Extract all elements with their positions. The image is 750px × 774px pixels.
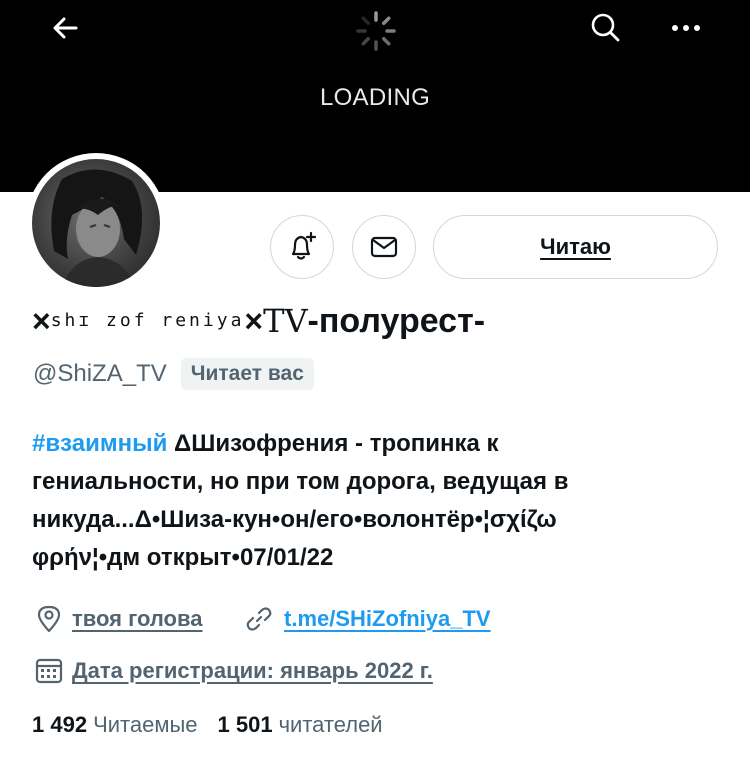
location-pin-icon [34,604,64,634]
following-button[interactable]: Читаю [433,215,718,279]
location-row: твоя голова [34,604,202,634]
handle-row: @ShiZA_TV Читает вас [33,358,314,390]
bio-line-2: гениальности, но при том дорога, ведущая… [32,468,569,495]
back-button[interactable] [40,8,90,48]
more-horizontal-icon [672,25,700,31]
calendar-icon [34,656,64,686]
link-icon [244,604,274,634]
join-date-text: Дата регистрации: январь 2022 г. [72,658,433,683]
loading-text: LOADING [319,84,431,111]
message-button[interactable] [352,215,416,279]
notifications-button[interactable] [270,215,334,279]
website-row[interactable]: t.me/SHiZofniya_TV [244,604,491,634]
join-date-row: Дата регистрации: январь 2022 г. [34,656,433,686]
following-count[interactable]: 1 492 [32,712,87,738]
bio-line-4: φρήν¦•дм открыт•07/01/22 [32,544,334,571]
profile-handle: @ShiZA_TV [33,360,167,387]
follow-stats: 1 492 Читаемые 1 501 читателей [32,712,403,738]
followers-label[interactable]: читателей [279,712,383,738]
profile-display-name: × shɪ zof reniya × TV -полурест- [32,302,486,340]
more-options-button[interactable] [664,8,708,48]
arrow-left-icon [53,17,78,39]
follows-you-badge: Читает вас [180,358,314,390]
hashtag-link[interactable]: #взаимный [32,430,167,457]
bell-plus-icon [291,231,317,260]
website-link[interactable]: t.me/SHiZofniya_TV [284,606,491,632]
following-label[interactable]: Читаемые [93,712,197,738]
profile-bio: #взаимный ΔШизофрения - тропинка к гениа… [32,425,722,577]
search-icon [591,13,620,42]
avatar[interactable] [26,153,166,293]
envelope-icon [370,236,398,258]
search-button[interactable] [584,8,628,48]
avatar-image [32,159,160,287]
loading-spinner-icon [353,8,399,54]
location-text: твоя голова [72,606,203,631]
bio-line-1: #взаимный ΔШизофрения - тропинка к [32,430,499,457]
followers-count[interactable]: 1 501 [218,712,273,738]
bio-line-3: никуда...Δ•Шиза-кун•он/его•волонтёр•¦σχί… [32,506,557,533]
